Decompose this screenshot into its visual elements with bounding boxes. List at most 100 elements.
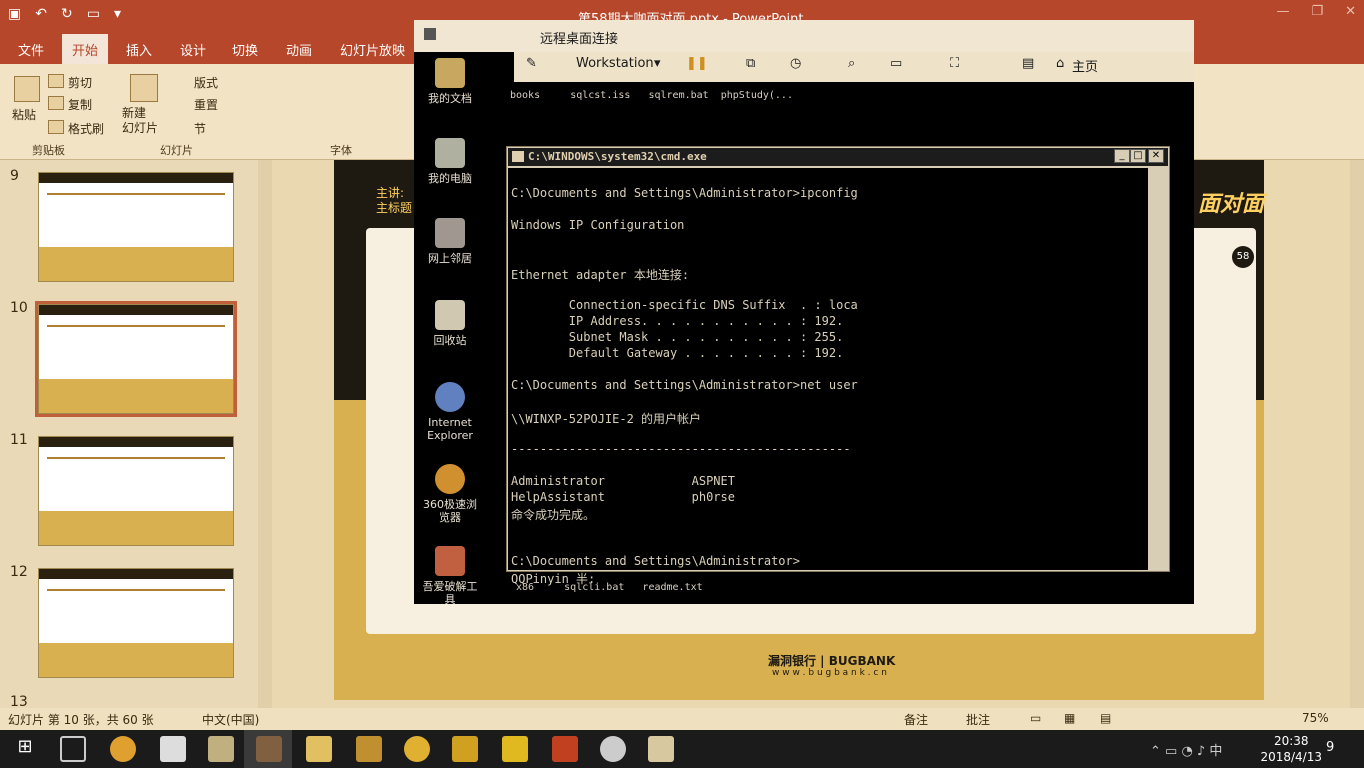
notification-icon[interactable]: 9 [1326, 740, 1334, 755]
cut-button[interactable]: 剪切 [68, 74, 92, 91]
cmd-line: HelpAssistant ph0rse [511, 490, 735, 504]
paste-icon[interactable] [14, 76, 40, 102]
workstation-dropdown[interactable]: Workstation [576, 56, 654, 71]
thumb-number: 10 [10, 300, 28, 316]
redo-icon[interactable]: ↻ [61, 6, 73, 22]
tab-insert[interactable]: 插入 [126, 40, 152, 59]
remote-desktop-icon[interactable] [256, 736, 282, 762]
comments-button[interactable]: 批注 [966, 711, 990, 728]
desktop-icon-360-browser[interactable]: 360极速浏览器 [422, 464, 478, 524]
cmd-line: QQPinyin 半: [511, 572, 596, 586]
copy-icon [48, 96, 64, 110]
slide-thumbnail-12[interactable] [38, 568, 234, 678]
tab-design[interactable]: 设计 [180, 40, 206, 59]
layout-button[interactable]: 版式 [194, 74, 218, 91]
quick-access-toolbar: ▣ ↶ ↻ ▭ ▾ [8, 6, 121, 22]
pin-icon[interactable]: ✎ [526, 56, 537, 71]
cmd-minimize-icon[interactable]: _ [1114, 149, 1130, 163]
chrome-icon[interactable] [110, 736, 136, 762]
system-clock[interactable]: 20:38 2018/4/13 [1260, 733, 1322, 765]
folder-icon [435, 58, 465, 88]
home-icon[interactable]: ⌂ [1056, 56, 1064, 71]
format-painter-icon [48, 120, 64, 134]
new-slide-button[interactable]: 新建 幻灯片 [122, 106, 158, 136]
rdp-title-bar [414, 20, 1194, 52]
sublime-icon[interactable] [502, 736, 528, 762]
search-icon[interactable] [452, 736, 478, 762]
undo-icon[interactable]: ↶ [35, 6, 47, 22]
screenshot-icon[interactable] [356, 736, 382, 762]
zoom-level[interactable]: 75% [1302, 711, 1329, 725]
desktop-icon-ie[interactable]: Internet Explorer [422, 382, 478, 442]
close-icon[interactable]: ✕ [1345, 4, 1356, 19]
tray-icons[interactable]: ⌃ ▭ ◔ ♪ 中 [1150, 740, 1222, 759]
recycle-bin-icon [435, 300, 465, 330]
notes-button[interactable]: 备注 [904, 711, 928, 728]
restore-icon[interactable]: ❐ [1311, 4, 1323, 19]
chevron-down-icon[interactable]: ▾ [654, 56, 661, 71]
app-icon[interactable] [208, 736, 234, 762]
slide-thumbnail-9[interactable] [38, 172, 234, 282]
tab-transitions[interactable]: 切换 [232, 40, 258, 59]
powerpoint-icon[interactable] [552, 736, 578, 762]
cut-icon [48, 74, 64, 88]
cmd-line: ----------------------------------------… [511, 442, 851, 456]
fullscreen-icon[interactable]: ⛶ [950, 56, 959, 71]
desktop-icon-recycle-bin[interactable]: 回收站 [422, 300, 478, 347]
slide-thumbnail-pane: 9 10 11 12 13 [0, 160, 272, 710]
new-slide-icon[interactable] [130, 74, 158, 102]
tab-animations[interactable]: 动画 [286, 40, 312, 59]
browser-icon [435, 464, 465, 494]
tab-icon[interactable]: ▤ [1022, 56, 1034, 71]
window-mode-icon[interactable]: ▭ [890, 56, 902, 71]
clock-date: 2018/4/13 [1260, 750, 1322, 764]
slide-thumbnail-10[interactable] [35, 301, 237, 417]
normal-view-icon[interactable]: ▭ [1030, 711, 1041, 725]
task-view-icon[interactable] [60, 736, 86, 762]
minimize-icon[interactable]: — [1276, 4, 1289, 19]
copy-button[interactable]: 复制 [68, 96, 92, 113]
bugbank-url: w w w . b u g b a n k . c n [772, 668, 887, 678]
cmd-maximize-icon[interactable]: □ [1130, 149, 1146, 163]
home-tab[interactable]: 主页 [1072, 56, 1098, 75]
cmd-close-icon[interactable]: ✕ [1148, 149, 1164, 163]
mail-icon[interactable] [160, 736, 186, 762]
qat-customize-icon[interactable]: ▾ [114, 6, 121, 22]
paste-button[interactable]: 粘贴 [12, 106, 36, 123]
network-places-icon [435, 218, 465, 248]
reading-view-icon[interactable]: ▤ [1100, 711, 1111, 725]
explorer-icon[interactable] [306, 736, 332, 762]
cmd-line: C:\Documents and Settings\Administrator>… [511, 378, 858, 392]
cmd-scrollbar[interactable] [1150, 168, 1168, 570]
obs-icon[interactable] [600, 736, 626, 762]
cmd-icon [512, 151, 524, 162]
notepad-icon[interactable] [648, 736, 674, 762]
save-icon[interactable]: ▣ [8, 6, 21, 22]
desktop-file-row-top: books sqlcst.iss sqlrem.bat phpStudy(... [510, 90, 793, 101]
thumb-number: 12 [10, 564, 28, 580]
tab-file[interactable]: 文件 [18, 40, 44, 59]
zoom-icon[interactable]: ⌕ [848, 56, 855, 71]
tab-slideshow[interactable]: 幻灯片放映 [340, 40, 405, 59]
desktop-icon-my-computer[interactable]: 我的电脑 [422, 138, 478, 185]
format-painter-button[interactable]: 格式刷 [68, 120, 104, 137]
section-button[interactable]: 节 [194, 120, 206, 137]
start-icon[interactable]: ⊞ [12, 736, 38, 762]
clock-icon[interactable]: ◷ [790, 56, 801, 71]
tools-icon [435, 546, 465, 576]
slide-thumbnail-11[interactable] [38, 436, 234, 546]
sorter-view-icon[interactable]: ▦ [1064, 711, 1075, 725]
reset-button[interactable]: 重置 [194, 96, 218, 113]
present-icon[interactable]: ▭ [87, 6, 100, 22]
thumbnail-scrollbar[interactable] [258, 160, 272, 708]
cmd-line: 命令成功完成。 [511, 508, 596, 522]
network-icon[interactable]: ⧉ [746, 56, 755, 71]
desktop-icon-network[interactable]: 网上邻居 [422, 218, 478, 265]
desktop-icon-my-documents[interactable]: 我的文档 [422, 58, 478, 105]
language-indicator[interactable]: 中文(中国) [202, 711, 259, 728]
player-icon[interactable] [404, 736, 430, 762]
desktop-icon-52pojie[interactable]: 吾爱破解工具 [422, 546, 478, 606]
pause-icon[interactable]: ❚❚ [686, 56, 708, 71]
tab-home[interactable]: 开始 [62, 34, 109, 64]
slide-scrollbar[interactable] [1350, 160, 1364, 708]
